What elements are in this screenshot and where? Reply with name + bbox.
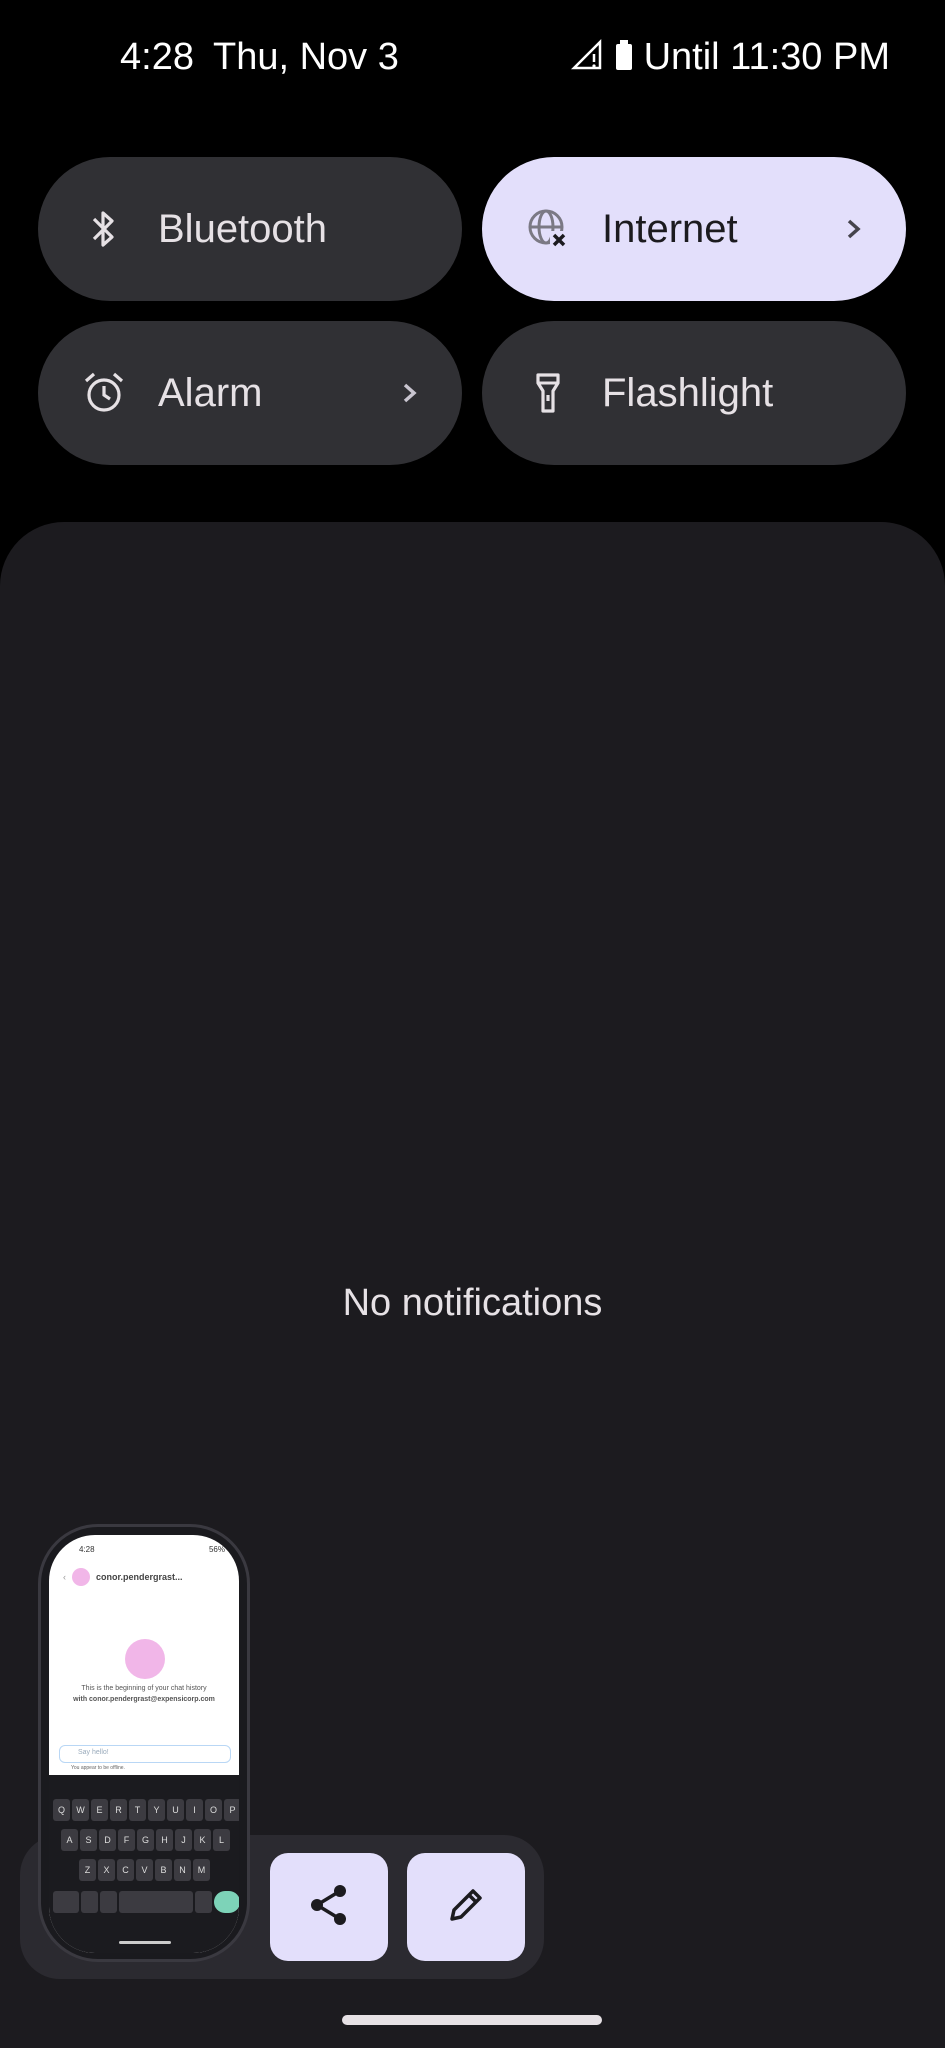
kb-key: I	[186, 1799, 203, 1821]
tile-label: Flashlight	[602, 370, 774, 415]
tile-internet[interactable]: Internet	[482, 157, 906, 301]
status-indicators: Until 11:30 PM	[570, 36, 890, 79]
tile-label: Alarm	[158, 370, 263, 415]
thumbnail-screen: 4:28 56% ‹ conor.pendergrast... This is …	[49, 1535, 239, 1953]
globe-no-connection-icon	[526, 207, 570, 251]
thumb-status-time: 4:28	[79, 1545, 95, 1554]
thumb-offline-note: You appear to be offline.	[71, 1765, 125, 1771]
kb-key: R	[110, 1799, 127, 1821]
flashlight-icon	[526, 371, 570, 415]
signal-no-service-icon	[570, 38, 604, 77]
kb-key: U	[167, 1799, 184, 1821]
thumb-chat-intro-email: with conor.pendergrast@expensicorp.com	[73, 1696, 215, 1703]
pencil-edit-icon	[442, 1881, 490, 1934]
kb-key: Q	[53, 1799, 70, 1821]
kb-key: M	[193, 1859, 210, 1881]
alarm-clock-icon	[82, 371, 126, 415]
status-bar: 4:28 Thu, Nov 3 Until 11:30 PM	[0, 0, 945, 120]
gesture-nav-handle[interactable]	[342, 2015, 602, 2025]
thumb-chat-header: ‹ conor.pendergrast...	[63, 1565, 233, 1589]
tile-bluetooth[interactable]: Bluetooth	[38, 157, 462, 301]
battery-status-text: Until 11:30 PM	[643, 36, 890, 78]
kb-key: A	[61, 1829, 78, 1851]
back-arrow-icon: ‹	[63, 1572, 66, 1582]
tile-flashlight[interactable]: Flashlight	[482, 321, 906, 465]
thumb-avatar-large	[125, 1639, 165, 1679]
kb-key: J	[175, 1829, 192, 1851]
share-icon	[305, 1881, 353, 1934]
chevron-right-icon	[842, 209, 866, 249]
kb-key: V	[136, 1859, 153, 1881]
kb-key: F	[118, 1829, 135, 1851]
kb-key: O	[205, 1799, 222, 1821]
kb-key: Z	[79, 1859, 96, 1881]
kb-key: K	[194, 1829, 211, 1851]
kb-key: W	[72, 1799, 89, 1821]
kb-key: C	[117, 1859, 134, 1881]
thumb-keyboard: QWERTYUIOP ASDFGHJKL ZXCVBNM	[49, 1775, 239, 1953]
kb-row-1: QWERTYUIOP	[53, 1799, 239, 1821]
empty-notifications-text: No notifications	[342, 1282, 603, 1324]
kb-key-period	[195, 1891, 212, 1913]
tile-alarm[interactable]: Alarm	[38, 321, 462, 465]
kb-row-2: ASDFGHJKL	[61, 1829, 230, 1851]
kb-key: S	[80, 1829, 97, 1851]
screenshot-thumbnail[interactable]: 4:28 56% ‹ conor.pendergrast... This is …	[38, 1524, 250, 1962]
kb-key: P	[224, 1799, 239, 1821]
kb-key: E	[91, 1799, 108, 1821]
battery-icon	[614, 38, 634, 77]
kb-row-3: ZXCVBNM	[79, 1859, 210, 1881]
thumb-contact-name: conor.pendergrast...	[96, 1572, 183, 1582]
kb-key: X	[98, 1859, 115, 1881]
status-date: Thu, Nov 3	[213, 36, 399, 78]
share-button[interactable]	[270, 1853, 388, 1961]
status-time: 4:28	[120, 36, 194, 78]
kb-key-enter	[214, 1891, 239, 1913]
kb-key: B	[155, 1859, 172, 1881]
tile-label: Bluetooth	[158, 206, 328, 251]
thumb-nav-handle	[119, 1941, 171, 1944]
kb-key: D	[99, 1829, 116, 1851]
kb-key: H	[156, 1829, 173, 1851]
thumb-composer: Say hello!	[59, 1745, 231, 1763]
kb-key-emoji	[100, 1891, 117, 1913]
thumb-chat-intro: This is the beginning of your chat histo…	[81, 1685, 207, 1692]
kb-row-4	[53, 1891, 239, 1913]
kb-key: T	[129, 1799, 146, 1821]
chevron-right-icon	[398, 373, 422, 413]
thumb-composer-placeholder: Say hello!	[78, 1749, 109, 1756]
tile-label: Internet	[602, 206, 738, 251]
bluetooth-icon	[82, 207, 126, 251]
kb-key: L	[213, 1829, 230, 1851]
edit-button[interactable]	[407, 1853, 525, 1961]
kb-key: Y	[148, 1799, 165, 1821]
kb-key-symbols	[53, 1891, 79, 1913]
kb-key-space	[119, 1891, 193, 1913]
kb-key: G	[137, 1829, 154, 1851]
kb-key-comma	[81, 1891, 98, 1913]
thumb-status-battery: 56%	[208, 1545, 225, 1554]
thumb-avatar-small	[72, 1568, 90, 1586]
kb-key: N	[174, 1859, 191, 1881]
